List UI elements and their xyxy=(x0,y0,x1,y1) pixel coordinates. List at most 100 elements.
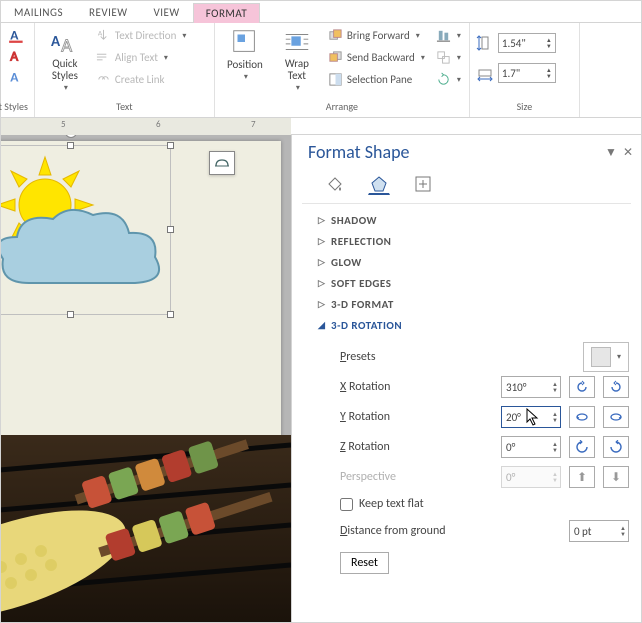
section-soft-edges[interactable]: ▷SOFT EDGES xyxy=(308,273,641,294)
size-properties-tab[interactable] xyxy=(412,173,434,195)
tab-view[interactable]: VIEW xyxy=(141,2,193,22)
section-glow[interactable]: ▷GLOW xyxy=(308,252,641,273)
layout-options-button[interactable] xyxy=(209,151,235,175)
keep-text-flat-checkbox[interactable] xyxy=(340,498,353,511)
z-rotation-value: 0° xyxy=(506,441,515,454)
tab-review[interactable]: REVIEW xyxy=(76,2,141,22)
section-reflection[interactable]: ▷REFLECTION xyxy=(308,231,641,252)
spinner-down-icon[interactable]: ▼ xyxy=(546,43,552,49)
rotate-objects-button[interactable]: ▾ xyxy=(434,69,463,90)
resize-handle[interactable] xyxy=(67,142,74,149)
height-icon xyxy=(476,34,494,52)
wrap-text-icon xyxy=(282,27,312,57)
section-label: REFLECTION xyxy=(331,235,391,248)
resize-handle[interactable] xyxy=(167,311,174,318)
perspective-label: Perspective xyxy=(340,470,493,484)
pane-menu-button[interactable]: ▼ xyxy=(605,145,617,160)
tab-mailings[interactable]: MAILINGS xyxy=(1,2,76,22)
wrap-text-label: Wrap Text xyxy=(285,58,309,82)
distance-value: 0 pt xyxy=(574,525,591,538)
spinner-down-icon[interactable]: ▼ xyxy=(552,387,558,393)
section-3d-format[interactable]: ▷3-D FORMAT xyxy=(308,294,641,315)
group-label-arrange: Arrange xyxy=(221,99,463,115)
distance-input[interactable]: 0 pt▲▼ xyxy=(569,520,629,542)
position-icon xyxy=(230,27,260,57)
pentagon-icon xyxy=(369,174,389,194)
ruler-tick: 6 xyxy=(156,119,161,130)
text-effects-button[interactable]: A xyxy=(7,67,27,87)
format-shape-pane: Format Shape ▼ ✕ ▷SHADOW ▷REFLECTION ▷GL… xyxy=(291,135,641,622)
presets-dropdown[interactable]: ▾ xyxy=(583,342,629,372)
position-button[interactable]: Position▾ xyxy=(221,25,269,84)
resize-handle[interactable] xyxy=(67,311,74,318)
spinner-down-icon[interactable]: ▼ xyxy=(552,417,558,423)
bring-forward-button[interactable]: Bring Forward▾ xyxy=(325,25,428,46)
send-backward-icon xyxy=(328,50,343,65)
tab-format[interactable]: FORMAT xyxy=(193,3,260,23)
section-label: SOFT EDGES xyxy=(331,277,391,290)
section-3d-rotation[interactable]: ◢3-D ROTATION xyxy=(308,315,641,336)
text-direction-icon: A xyxy=(96,28,111,43)
document-canvas[interactable]: r al 00 xyxy=(1,135,291,622)
x-rotation-input[interactable]: 310°▲▼ xyxy=(501,376,561,398)
rotation-handle[interactable] xyxy=(65,135,77,138)
width-icon xyxy=(476,64,494,82)
selection-box[interactable] xyxy=(1,145,171,315)
link-icon xyxy=(96,72,111,87)
resize-handle[interactable] xyxy=(167,226,174,233)
keep-text-flat-label: Keep text flat xyxy=(359,497,424,511)
text-direction-button[interactable]: A Text Direction▾ xyxy=(93,25,190,46)
text-outline-button[interactable]: A xyxy=(7,46,27,66)
align-text-label: Align Text xyxy=(115,51,158,64)
effects-tab[interactable] xyxy=(368,173,390,195)
group-objects-button[interactable]: ▾ xyxy=(434,47,463,68)
resize-handle[interactable] xyxy=(167,142,174,149)
y-rotate-right-button[interactable] xyxy=(603,406,629,428)
send-backward-label: Send Backward xyxy=(347,51,415,64)
perspective-up-button: ⬆ xyxy=(569,466,595,488)
y-rotation-input[interactable]: 20°▲▼ xyxy=(501,406,561,428)
pane-close-button[interactable]: ✕ xyxy=(623,145,633,160)
svg-text:A: A xyxy=(10,48,18,65)
selection-pane-label: Selection Pane xyxy=(347,73,412,86)
create-link-label: Create Link xyxy=(115,73,165,86)
z-rotation-input[interactable]: 0°▲▼ xyxy=(501,436,561,458)
send-backward-button[interactable]: Send Backward▾ xyxy=(325,47,428,68)
distance-label: Distance from ground xyxy=(340,524,561,538)
fill-line-tab[interactable] xyxy=(324,173,346,195)
z-rotate-cw-button[interactable] xyxy=(603,436,629,458)
selection-pane-button[interactable]: Selection Pane xyxy=(325,69,428,90)
section-label: 3-D ROTATION xyxy=(331,319,402,332)
create-link-button[interactable]: Create Link xyxy=(93,69,190,90)
spinner-down-icon[interactable]: ▼ xyxy=(552,447,558,453)
rotate-icon xyxy=(436,72,451,87)
reset-button[interactable]: Reset xyxy=(340,552,389,574)
wrap-text-button[interactable]: Wrap Text▾ xyxy=(273,25,321,95)
position-label: Position xyxy=(227,58,263,71)
y-rotate-left-button[interactable] xyxy=(569,406,595,428)
x-rotate-right-button[interactable] xyxy=(603,376,629,398)
quick-styles-button[interactable]: AA Quick Styles ▾ xyxy=(41,25,89,95)
presets-label: PPresetsresets xyxy=(340,350,575,364)
height-input[interactable]: 1.54"▲▼ xyxy=(498,33,556,53)
section-label: 3-D FORMAT xyxy=(331,298,394,311)
section-label: GLOW xyxy=(331,256,362,269)
align-text-button[interactable]: Align Text▾ xyxy=(93,47,190,68)
perspective-input: 0°▲▼ xyxy=(501,466,561,488)
bring-forward-label: Bring Forward xyxy=(347,29,410,42)
x-rotate-left-button[interactable] xyxy=(569,376,595,398)
x-rotation-value: 310° xyxy=(506,381,526,394)
text-fill-button[interactable]: A xyxy=(7,25,27,45)
align-objects-button[interactable]: ▾ xyxy=(434,25,463,46)
section-shadow[interactable]: ▷SHADOW xyxy=(308,210,641,231)
height-value: 1.54" xyxy=(502,37,526,50)
bring-forward-icon xyxy=(328,28,343,43)
spinner-down-icon[interactable]: ▼ xyxy=(546,73,552,79)
quick-styles-label: Quick Styles xyxy=(52,58,78,82)
svg-text:A: A xyxy=(98,30,103,39)
z-rotate-ccw-button[interactable] xyxy=(569,436,595,458)
spinner-down-icon[interactable]: ▼ xyxy=(620,531,626,537)
width-input[interactable]: 1.7"▲▼ xyxy=(498,63,556,83)
y-rotation-value: 20° xyxy=(506,411,521,424)
svg-text:A: A xyxy=(61,34,72,57)
